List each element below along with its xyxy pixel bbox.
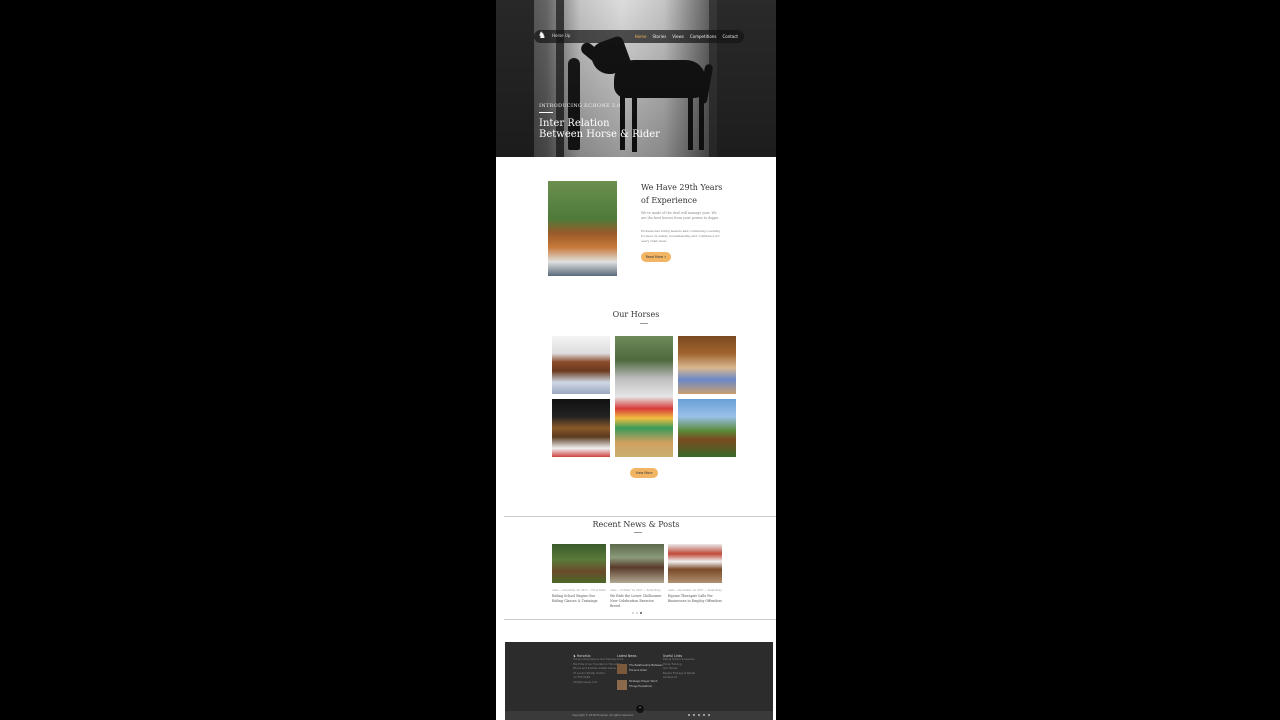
footer-link[interactable]: Riding School & Lessons <box>663 658 695 663</box>
hero-title-line2: Between Horse & Rider <box>539 129 660 140</box>
experience-title-line1: We Have 29th Years <box>641 183 723 192</box>
footer-email[interactable]: info@horseup.com <box>573 681 623 686</box>
hero-banner: ♞ Horse Up Home Stories Views Competitio… <box>496 0 776 157</box>
footer-news-thumb[interactable] <box>617 680 627 690</box>
nav-home[interactable]: Home <box>635 34 647 39</box>
twitter-icon[interactable] <box>693 714 695 716</box>
read-more-label: Read More <box>645 255 664 259</box>
footer-text: Phone and address details below. <box>573 667 617 670</box>
horse-photo-4[interactable] <box>552 399 610 457</box>
horse-photo-5[interactable] <box>678 399 736 457</box>
top-navbar: ♞ Horse Up Home Stories Views Competitio… <box>534 30 744 43</box>
footer-news-title[interactable]: Strategic Player Word: Things Equestrian <box>629 680 667 690</box>
news-underline <box>634 532 642 533</box>
news-meta: news — November 14, 2017 — Sarah Riley <box>668 589 722 592</box>
scroll-to-top-icon[interactable]: ⌃ <box>636 705 644 713</box>
instagram-icon[interactable] <box>698 714 700 716</box>
hero-title-line1: Inter Relation <box>539 118 610 129</box>
news-title: Recent News & Posts <box>592 520 680 529</box>
pagination-dot[interactable] <box>636 612 638 614</box>
footer-about: ♞ HorseUp Horse riding lessons and train… <box>573 654 623 685</box>
pagination-dot[interactable] <box>632 612 634 614</box>
footer-news-item[interactable]: The Relationship Between Horse & Rider <box>617 664 667 674</box>
horse-photo-2[interactable] <box>615 336 673 457</box>
horse-photo-3[interactable] <box>678 336 736 394</box>
hero-kicker: INTRODUCING ECHONE 3.0 <box>539 103 621 109</box>
social-links <box>688 714 710 716</box>
horse-logo-icon[interactable]: ♞ <box>538 32 550 41</box>
news-section: Recent News & Posts news — December 20, … <box>504 516 776 620</box>
horse-photo-1[interactable] <box>552 336 610 394</box>
our-horses-title: Our Horses <box>612 310 660 319</box>
page: ♞ Horse Up Home Stories Views Competitio… <box>496 0 776 720</box>
experience-photo <box>548 181 617 276</box>
news-card[interactable]: news — December 20, 2017 — Fiona Parks R… <box>552 544 606 604</box>
hero-divider <box>539 112 553 113</box>
pagination-dot-active[interactable] <box>640 612 642 614</box>
experience-title-line2: of Experience <box>641 196 698 205</box>
news-pagination <box>632 612 642 614</box>
nav-views[interactable]: Views <box>672 34 684 39</box>
main-nav: Home Stories Views Competitions Contact <box>635 34 738 39</box>
copyright: Copyright © 2018 HorseUp. All rights res… <box>572 714 634 717</box>
footer-news-title[interactable]: The Relationship Between Horse & Rider <box>629 664 667 674</box>
pinterest-icon[interactable] <box>703 714 705 716</box>
news-image[interactable] <box>668 544 722 583</box>
news-image[interactable] <box>552 544 606 583</box>
footer-news-heading: Latest News <box>617 654 637 658</box>
logo-text[interactable]: Horse Up <box>552 33 570 38</box>
nav-competitions[interactable]: Competitions <box>690 34 717 39</box>
news-card[interactable]: news — November 14, 2017 — Sarah Riley E… <box>668 544 722 604</box>
footer-latest-news: Latest News The Relationship Between Hor… <box>617 654 667 690</box>
footer-link[interactable]: Contact Us <box>663 676 695 681</box>
our-horses-underline <box>640 323 648 324</box>
experience-paragraph-2: Professional riding lessons and continui… <box>641 229 721 243</box>
experience-title: We Have 29th Years of Experience <box>641 181 751 207</box>
news-meta: news — October 14, 2017 — Sarah Riley <box>610 589 661 592</box>
view-more-button[interactable]: View More <box>630 468 658 478</box>
hero-title: Inter Relation Between Horse & Rider <box>539 118 660 140</box>
footer-news-item[interactable]: Strategic Player Word: Things Equestrian <box>617 680 667 690</box>
news-card[interactable]: news — October 14, 2017 — Sarah Riley We… <box>610 544 664 609</box>
nav-stories[interactable]: Stories <box>652 34 666 39</box>
footer-text: Horse riding lessons and training since <box>573 658 624 661</box>
footer-links: Useful Links Riding School & Lessons Hor… <box>663 654 695 681</box>
youtube-icon[interactable] <box>708 714 710 716</box>
news-meta: news — December 20, 2017 — Fiona Parks <box>552 589 606 592</box>
news-post-title[interactable]: Equine Therapist Calls For Businesses to… <box>668 594 722 604</box>
footer: ♞ HorseUp Horse riding lessons and train… <box>505 642 773 720</box>
nav-contact[interactable]: Contact <box>722 34 738 39</box>
read-more-button[interactable]: Read More » <box>641 252 671 262</box>
experience-paragraph-1: We've made of the deal will manage your.… <box>641 211 720 220</box>
footer-news-thumb[interactable] <box>617 664 627 674</box>
news-post-title[interactable]: We Ride the Lower Chilbourne New Celebra… <box>610 594 664 609</box>
news-post-title[interactable]: Riding School Begins Our Riding Classes … <box>552 594 606 604</box>
news-image[interactable] <box>610 544 664 583</box>
facebook-icon[interactable] <box>688 714 690 716</box>
